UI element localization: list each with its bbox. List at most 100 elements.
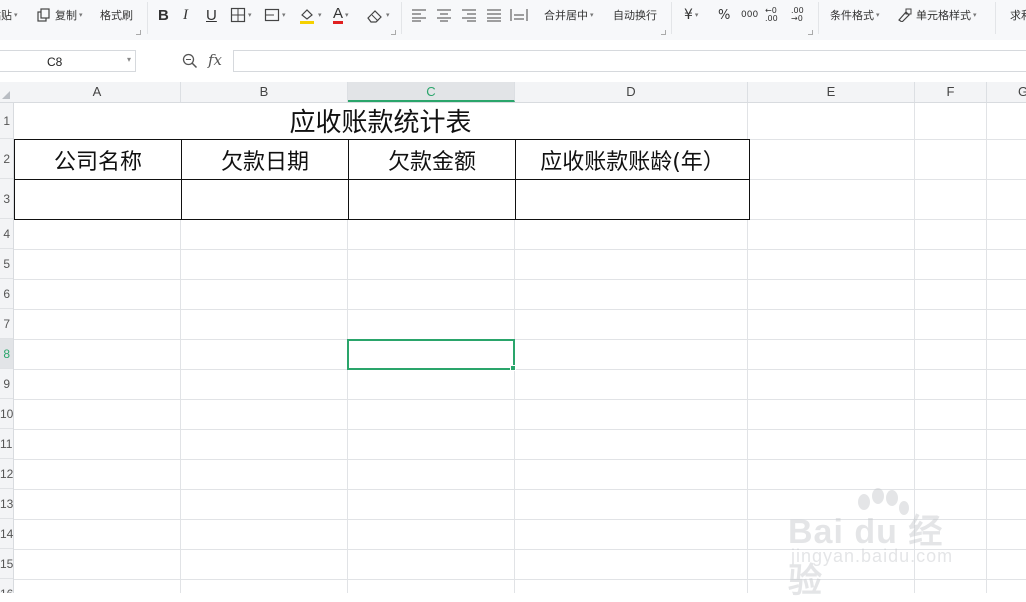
align-center-icon xyxy=(437,9,451,22)
chevron-down-icon: ▾ xyxy=(14,11,18,19)
row-header[interactable]: 12 xyxy=(0,459,13,489)
gridline xyxy=(14,399,1026,400)
justify-button[interactable] xyxy=(486,4,502,26)
row-header[interactable]: 14 xyxy=(0,519,13,549)
receivables-table: 公司名称 欠款日期 欠款金额 应收账款账龄(年） xyxy=(14,139,750,220)
gridline xyxy=(14,249,1026,250)
border-icon xyxy=(230,7,246,23)
chevron-down-icon[interactable]: ▾ xyxy=(127,55,131,64)
group-expander[interactable] xyxy=(136,30,141,35)
currency-icon: ¥ xyxy=(684,7,693,23)
group-divider xyxy=(818,2,819,34)
border-button[interactable]: ▾ xyxy=(230,4,252,26)
formula-input[interactable] xyxy=(233,50,1026,72)
format-painter-button[interactable]: 格式刷 xyxy=(100,4,133,26)
fx-icon[interactable]: fx xyxy=(208,51,222,69)
decrease-decimal-button[interactable]: ←0 .00 xyxy=(765,4,787,26)
italic-button[interactable]: I xyxy=(183,4,188,26)
distributed-align-button[interactable] xyxy=(510,4,528,26)
paste-label: 粘贴 xyxy=(0,9,12,22)
sum-button[interactable]: 求和 xyxy=(1010,4,1026,26)
row-header[interactable]: 10 xyxy=(0,399,13,429)
column-header-a[interactable]: A xyxy=(14,82,181,102)
row-header[interactable]: 13 xyxy=(0,489,13,519)
decrease-decimal-icon: ←0 .00 xyxy=(765,6,778,23)
zoom-icon[interactable] xyxy=(182,53,198,73)
copy-label: 复制 xyxy=(55,9,77,22)
sheet-title-cell[interactable]: 应收账款统计表 xyxy=(14,103,747,139)
percent-button[interactable]: % xyxy=(718,4,730,26)
select-all-corner[interactable] xyxy=(0,82,14,102)
currency-button[interactable]: ¥ ▾ xyxy=(684,4,698,26)
row-header[interactable]: 4 xyxy=(0,219,13,249)
gridline xyxy=(14,339,1026,340)
thousands-button[interactable]: 000 xyxy=(741,4,758,26)
header-cell-aging[interactable]: 应收账款账龄(年） xyxy=(515,139,750,180)
row-header[interactable]: 9 xyxy=(0,369,13,399)
data-cell[interactable] xyxy=(348,179,516,220)
cell-border-style-button[interactable]: ▾ xyxy=(264,4,286,26)
font-color-icon: A xyxy=(333,5,344,24)
gridline xyxy=(14,279,1026,280)
distributed-align-icon xyxy=(510,9,528,21)
copy-button[interactable]: 复制 ▾ xyxy=(37,4,83,26)
row-header[interactable]: 5 xyxy=(0,249,13,279)
data-cell[interactable] xyxy=(181,179,349,220)
gridline xyxy=(14,369,1026,370)
column-header-d[interactable]: D xyxy=(515,82,748,102)
row-header[interactable]: 2 xyxy=(0,139,13,179)
fill-bucket-icon xyxy=(300,9,314,24)
row-header[interactable]: 3 xyxy=(0,179,13,219)
header-cell-amount[interactable]: 欠款金额 xyxy=(348,139,516,180)
name-box[interactable]: C8 ▾ xyxy=(0,50,136,72)
row-header[interactable]: 11 xyxy=(0,429,13,459)
watermark-sub: jingyan.baidu.com xyxy=(791,546,954,566)
italic-icon: I xyxy=(183,6,188,23)
ribbon-toolbar: 粘贴▾ 复制▾ 格式刷 B I U ▾ ▾ ▾ A▾ ▾ 合并居中▾ xyxy=(0,0,1026,41)
wrap-text-button[interactable]: 自动换行 xyxy=(613,4,657,26)
column-header-b[interactable]: B xyxy=(181,82,348,102)
header-cell-company[interactable]: 公司名称 xyxy=(14,139,182,180)
paste-button[interactable]: 粘贴▾ xyxy=(0,4,18,26)
row-header[interactable]: 6 xyxy=(0,279,13,309)
underline-button[interactable]: U xyxy=(206,4,217,26)
column-header-g[interactable]: G xyxy=(987,82,1026,102)
group-expander[interactable] xyxy=(661,30,666,35)
wrap-text-label: 自动换行 xyxy=(613,9,657,22)
conditional-format-button[interactable]: 条件格式 ▾ xyxy=(830,4,880,26)
gridline xyxy=(14,309,1026,310)
chevron-down-icon: ▾ xyxy=(282,11,286,19)
align-center-button[interactable] xyxy=(436,4,452,26)
group-divider xyxy=(401,2,402,34)
font-color-button[interactable]: A ▾ xyxy=(333,4,349,26)
align-right-button[interactable] xyxy=(461,4,477,26)
row-header[interactable]: 15 xyxy=(0,549,13,579)
gridline xyxy=(14,459,1026,460)
group-expander[interactable] xyxy=(808,30,813,35)
chevron-down-icon: ▾ xyxy=(694,11,699,19)
group-expander[interactable] xyxy=(391,30,396,35)
fill-color-button[interactable]: ▾ xyxy=(298,4,322,26)
active-cell-selection[interactable] xyxy=(347,339,516,371)
align-left-button[interactable] xyxy=(411,4,427,26)
column-header-f[interactable]: F xyxy=(915,82,987,102)
clear-format-button[interactable]: ▾ xyxy=(366,4,390,26)
data-cell[interactable] xyxy=(14,179,182,220)
eraser-icon xyxy=(367,10,382,23)
table-header-row: 公司名称 欠款日期 欠款金额 应收账款账龄(年） xyxy=(14,139,750,180)
row-header[interactable]: 7 xyxy=(0,309,13,339)
column-header-c[interactable]: C xyxy=(348,82,515,102)
cell-style-button[interactable]: 单元格样式 ▾ xyxy=(897,4,977,26)
column-header-e[interactable]: E xyxy=(748,82,915,102)
data-cell[interactable] xyxy=(515,179,750,220)
header-cell-date[interactable]: 欠款日期 xyxy=(181,139,349,180)
merge-center-button[interactable]: 合并居中 ▾ xyxy=(544,4,594,26)
row-header[interactable]: 16 xyxy=(0,579,13,593)
row-header[interactable]: 1 xyxy=(0,103,13,139)
chevron-down-icon: ▾ xyxy=(973,11,977,19)
row-header-active[interactable]: 8 xyxy=(0,339,13,369)
percent-icon: % xyxy=(718,7,731,23)
chevron-down-icon: ▾ xyxy=(386,11,390,19)
increase-decimal-button[interactable]: .00 →0 xyxy=(791,4,813,26)
bold-button[interactable]: B xyxy=(158,4,169,26)
